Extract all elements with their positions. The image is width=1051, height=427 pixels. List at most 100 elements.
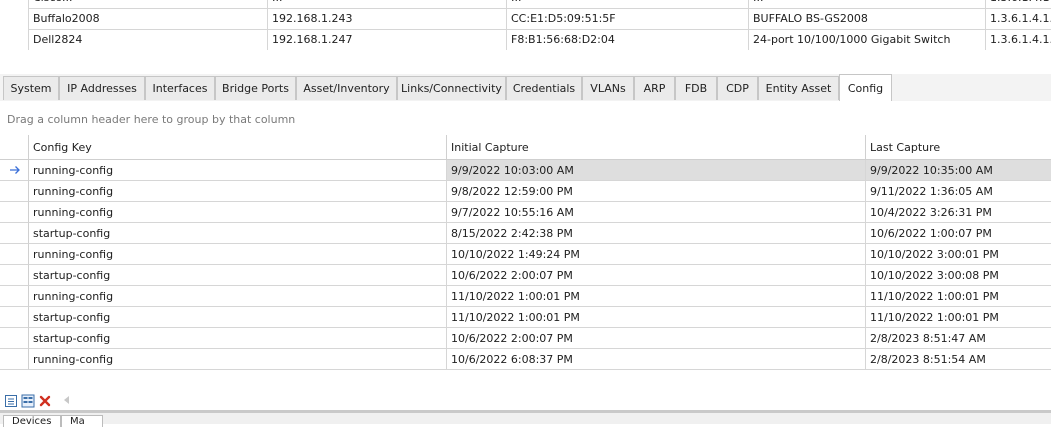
config-key-cell: running-config [29, 181, 447, 202]
last-capture-cell: 11/10/2022 1:00:01 PM [866, 307, 1051, 328]
delete-icon[interactable] [38, 394, 52, 408]
initial-capture-cell: 9/9/2022 10:03:00 AM [447, 160, 866, 181]
group-by-hint: Drag a column header here to group by th… [7, 113, 296, 126]
initial-capture-cell: 9/8/2022 12:59:00 PM [447, 181, 866, 202]
tab-entity-asset[interactable]: Entity Asset [758, 76, 839, 100]
config-key-cell: startup-config [29, 265, 447, 286]
table-row[interactable]: running-config 11/10/2022 1:00:01 PM 11/10… [0, 286, 1051, 307]
column-header-last-capture[interactable]: Last Capture [866, 135, 1051, 160]
config-key-cell: startup-config [29, 223, 447, 244]
bottom-tab-strip: Devices Ma [0, 413, 1051, 427]
tab-ip-addresses[interactable]: IP Addresses [59, 76, 145, 100]
tab-fdb[interactable]: FDB [675, 76, 717, 100]
table-row[interactable]: running-config 10/6/2022 6:08:37 PM 2/8/20… [0, 349, 1051, 370]
table-row[interactable]: startup-config 11/10/2022 1:00:01 PM 11/10… [0, 307, 1051, 328]
config-key-cell: running-config [29, 286, 447, 307]
header-gutter [0, 135, 29, 160]
device-oid-cell: 1.3.6.1.4.1. [985, 8, 1051, 29]
initial-capture-cell: 11/10/2022 1:00:01 PM [447, 307, 866, 328]
row-indicator[interactable] [0, 181, 29, 202]
column-chooser-icon[interactable] [21, 394, 35, 408]
column-header-config-key[interactable]: Config Key [29, 135, 447, 160]
last-capture-cell: 9/11/2022 1:36:05 AM [866, 181, 1051, 202]
last-capture-cell: 10/4/2022 3:26:31 PM [866, 202, 1051, 223]
config-key-cell: startup-config [29, 307, 447, 328]
last-capture-cell: 10/10/2022 3:00:08 PM [866, 265, 1051, 286]
tab-asset-inventory[interactable]: Asset/Inventory [296, 76, 397, 100]
scroll-left-icon[interactable] [64, 396, 69, 404]
initial-capture-cell: 9/7/2022 10:55:16 AM [447, 202, 866, 223]
table-row[interactable]: running-config 9/8/2022 12:59:00 PM 9/11/2… [0, 181, 1051, 202]
last-capture-cell: 10/10/2022 3:00:01 PM [866, 244, 1051, 265]
detail-tab-strip: System IP Addresses Interfaces Bridge Po… [0, 74, 1051, 102]
device-model-cell: ... [748, 0, 990, 8]
tab-cdp[interactable]: CDP [717, 76, 758, 100]
row-indicator[interactable] [0, 244, 29, 265]
device-mac-cell: F8:B1:56:68:D2:04 [506, 29, 754, 50]
device-mac-cell: ... [506, 0, 754, 8]
device-row[interactable]: Buffalo2008 192.168.1.243 CC:E1:D5:09:51… [28, 8, 1051, 30]
initial-capture-cell: 10/10/2022 1:49:24 PM [447, 244, 866, 265]
config-grid: Config Key Initial Capture Last Capture … [0, 135, 1051, 371]
config-key-cell: running-config [29, 160, 447, 181]
tab-vlans[interactable]: VLANs [582, 76, 634, 100]
row-indicator[interactable] [0, 349, 29, 370]
row-indicator[interactable] [0, 223, 29, 244]
initial-capture-cell: 8/15/2022 2:42:38 PM [447, 223, 866, 244]
tab-interfaces[interactable]: Interfaces [145, 76, 215, 100]
tab-config[interactable]: Config [839, 74, 892, 101]
tab-devices[interactable]: Devices [3, 415, 61, 427]
row-indicator[interactable] [0, 202, 29, 223]
row-indicator[interactable] [0, 307, 29, 328]
device-ip-cell: 192.168.1.243 [267, 8, 511, 29]
group-by-panel[interactable]: Drag a column header here to group by th… [0, 101, 1051, 136]
config-key-cell: running-config [29, 349, 447, 370]
initial-capture-cell: 10/6/2022 2:00:07 PM [447, 265, 866, 286]
device-name-cell: Buffalo2008 [28, 8, 271, 29]
row-indicator[interactable] [0, 160, 29, 181]
table-row[interactable]: running-config 9/9/2022 10:03:00 AM 9/9/20… [0, 160, 1051, 181]
last-capture-cell: 9/9/2022 10:35:00 AM [866, 160, 1051, 181]
tab-system[interactable]: System [3, 76, 59, 100]
devices-row-gutter [0, 0, 29, 50]
devices-grid: Cisco... ... ... ... 1.3.6.1.4.1 Buffalo… [0, 0, 1051, 51]
tab-map[interactable]: Ma [61, 415, 103, 427]
device-model-cell: BUFFALO BS-GS2008 [748, 8, 990, 29]
device-ip-cell: 192.168.1.247 [267, 29, 511, 50]
device-oid-cell: 1.3.6.1.4.1. [985, 29, 1051, 50]
config-key-cell: startup-config [29, 328, 447, 349]
device-mac-cell: CC:E1:D5:09:51:5F [506, 8, 754, 29]
initial-capture-cell: 10/6/2022 2:00:07 PM [447, 328, 866, 349]
device-row[interactable]: Dell2824 192.168.1.247 F8:B1:56:68:D2:04… [28, 29, 1051, 51]
device-name-cell: Cisco... [28, 0, 271, 8]
initial-capture-cell: 11/10/2022 1:00:01 PM [447, 286, 866, 307]
device-ip-cell: ... [267, 0, 511, 8]
table-row[interactable]: running-config 9/7/2022 10:55:16 AM 10/4/2… [0, 202, 1051, 223]
last-capture-cell: 2/8/2023 8:51:54 AM [866, 349, 1051, 370]
last-capture-cell: 10/6/2022 1:00:07 PM [866, 223, 1051, 244]
tab-bridge-ports[interactable]: Bridge Ports [215, 76, 296, 100]
last-capture-cell: 2/8/2023 8:51:47 AM [866, 328, 1051, 349]
row-indicator[interactable] [0, 265, 29, 286]
device-model-cell: 24-port 10/100/1000 Gigabit Switch [748, 29, 990, 50]
initial-capture-cell: 10/6/2022 6:08:37 PM [447, 349, 866, 370]
config-key-cell: running-config [29, 244, 447, 265]
tab-arp[interactable]: ARP [634, 76, 675, 100]
table-row[interactable]: startup-config 10/6/2022 2:00:07 PM 2/8/20… [0, 328, 1051, 349]
row-indicator[interactable] [0, 286, 29, 307]
device-oid-cell: 1.3.6.1.4.1 [985, 0, 1051, 8]
row-pointer-icon [10, 166, 20, 174]
tab-credentials[interactable]: Credentials [506, 76, 582, 100]
grid-splitter-area [0, 50, 1051, 74]
grid-view-icon[interactable] [4, 394, 18, 408]
last-capture-cell: 11/10/2022 1:00:01 PM [866, 286, 1051, 307]
table-row[interactable]: running-config 10/10/2022 1:49:24 PM 10/10… [0, 244, 1051, 265]
grid-footer-toolbar [0, 392, 1051, 412]
tab-links-connectivity[interactable]: Links/Connectivity [397, 76, 506, 100]
row-indicator[interactable] [0, 328, 29, 349]
table-row[interactable]: startup-config 8/15/2022 2:42:38 PM 10/6/2… [0, 223, 1051, 244]
column-header-initial-capture[interactable]: Initial Capture [447, 135, 866, 160]
table-row[interactable]: startup-config 10/6/2022 2:00:07 PM 10/10/… [0, 265, 1051, 286]
device-name-cell: Dell2824 [28, 29, 271, 50]
config-key-cell: running-config [29, 202, 447, 223]
